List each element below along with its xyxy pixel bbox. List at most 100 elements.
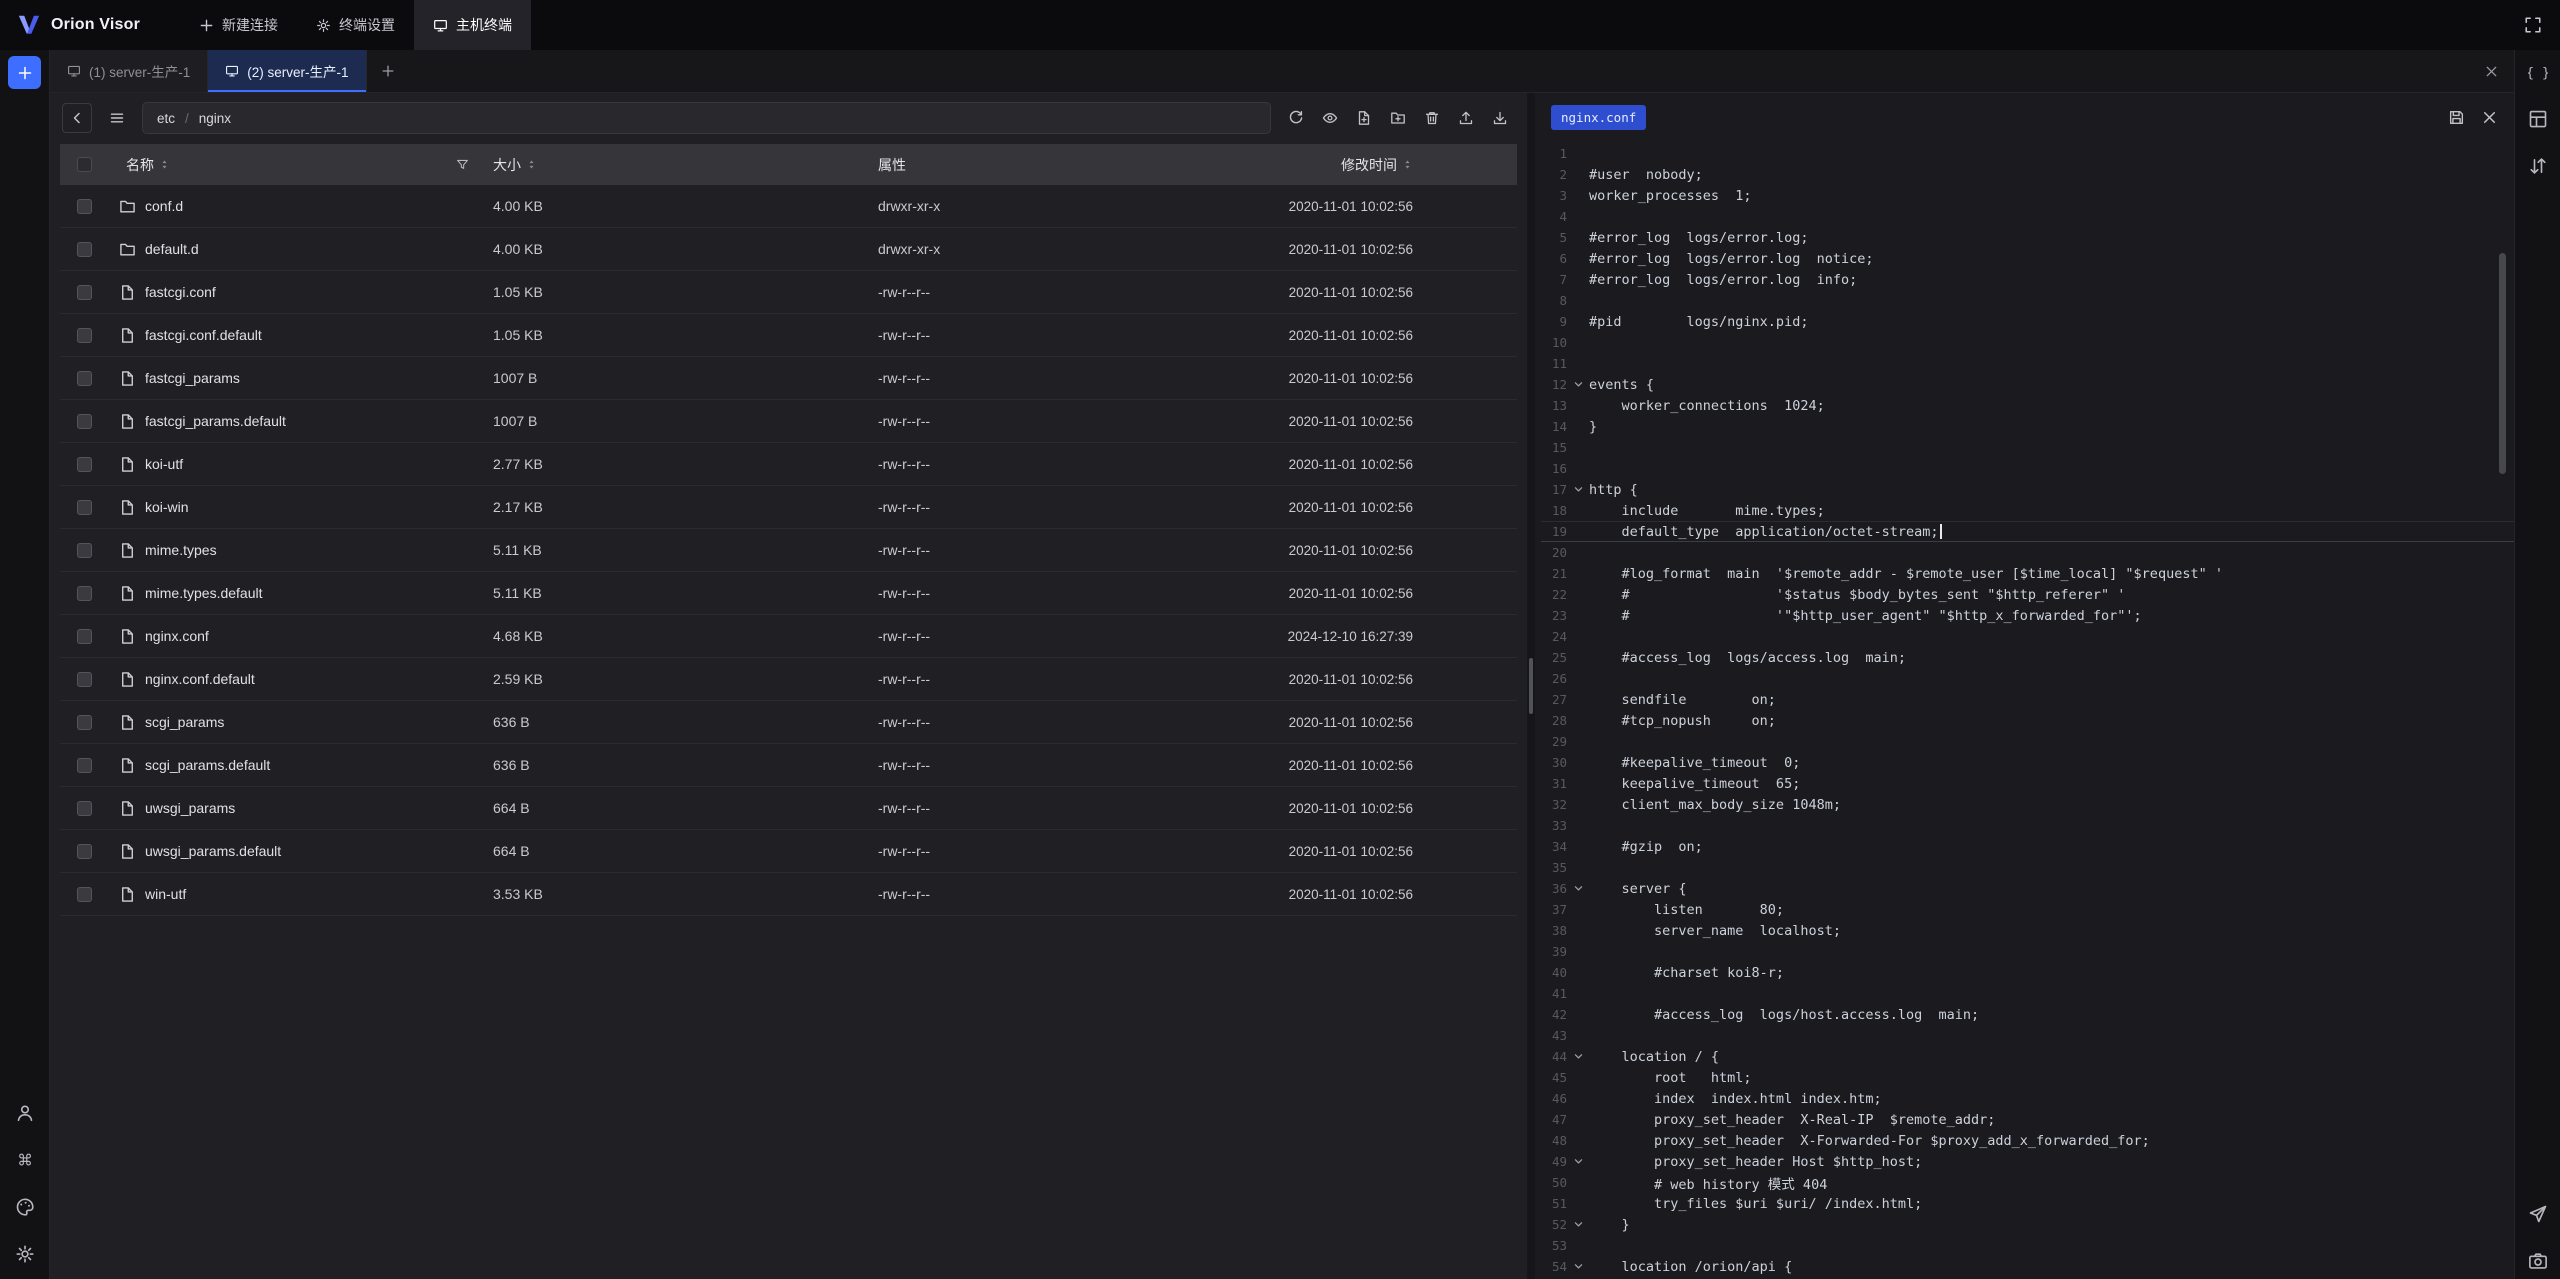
code-line-5[interactable]: 5#error_log logs/error.log; (1541, 227, 2514, 248)
code-line-24[interactable]: 24 (1541, 626, 2514, 647)
panel-splitter[interactable] (1527, 93, 1535, 1279)
row-checkbox[interactable] (77, 242, 92, 257)
file-name[interactable]: scgi_params (145, 714, 224, 730)
file-name[interactable]: fastcgi_params (145, 370, 240, 386)
code-line-2[interactable]: 2#user nobody; (1541, 164, 2514, 185)
fold-toggle[interactable] (1567, 883, 1589, 894)
name-filter-button[interactable] (456, 158, 469, 171)
code-line-50[interactable]: 50 # web history 模式 404 (1541, 1172, 2514, 1193)
code-line-38[interactable]: 38 server_name localhost; (1541, 920, 2514, 941)
file-name[interactable]: uwsgi_params (145, 800, 235, 816)
refresh-button[interactable] (1281, 103, 1311, 133)
file-name[interactable]: nginx.conf.default (145, 671, 255, 687)
code-line-37[interactable]: 37 listen 80; (1541, 899, 2514, 920)
delete-button[interactable] (1417, 103, 1447, 133)
column-header-mtime[interactable]: 修改时间 (1341, 155, 1397, 175)
menu-item-terminal-settings[interactable]: 终端设置 (297, 0, 414, 50)
file-row-scgi_params.default[interactable]: scgi_params.default636 B-rw-r--r--2020-1… (60, 744, 1517, 787)
code-line-4[interactable]: 4 (1541, 206, 2514, 227)
file-row-nginx.conf[interactable]: nginx.conf4.68 KB-rw-r--r--2024-12-10 16… (60, 615, 1517, 658)
file-name[interactable]: win-utf (145, 886, 186, 902)
code-line-52[interactable]: 52 } (1541, 1214, 2514, 1235)
code-line-40[interactable]: 40 #charset koi8-r; (1541, 962, 2514, 983)
grid-button[interactable] (2528, 109, 2548, 129)
back-button[interactable] (62, 103, 92, 133)
file-row-conf.d[interactable]: conf.d4.00 KBdrwxr-xr-x2020-11-01 10:02:… (60, 185, 1517, 228)
column-header-size[interactable]: 大小 (493, 155, 521, 175)
code-line-19[interactable]: 19 default_type application/octet-stream… (1541, 521, 2514, 542)
code-line-39[interactable]: 39 (1541, 941, 2514, 962)
code-line-41[interactable]: 41 (1541, 983, 2514, 1004)
code-line-27[interactable]: 27 sendfile on; (1541, 689, 2514, 710)
row-checkbox[interactable] (77, 758, 92, 773)
file-row-fastcgi_params.default[interactable]: fastcgi_params.default1007 B-rw-r--r--20… (60, 400, 1517, 443)
row-checkbox[interactable] (77, 371, 92, 386)
fold-toggle[interactable] (1567, 1261, 1589, 1272)
row-checkbox[interactable] (77, 199, 92, 214)
file-row-default.d[interactable]: default.d4.00 KBdrwxr-xr-x2020-11-01 10:… (60, 228, 1517, 271)
file-name[interactable]: mime.types (145, 542, 217, 558)
code-line-6[interactable]: 6#error_log logs/error.log notice; (1541, 248, 2514, 269)
row-checkbox[interactable] (77, 715, 92, 730)
list-view-button[interactable] (102, 103, 132, 133)
column-header-name[interactable]: 名称 (126, 155, 154, 175)
user-button[interactable] (15, 1103, 35, 1123)
code-line-45[interactable]: 45 root html; (1541, 1067, 2514, 1088)
terminal-tab-2[interactable]: (2) server-生产-1 (208, 50, 366, 92)
file-row-mime.types[interactable]: mime.types5.11 KB-rw-r--r--2020-11-01 10… (60, 529, 1517, 572)
new-file-button[interactable] (1349, 103, 1379, 133)
code-line-48[interactable]: 48 proxy_set_header X-Forwarded-For $pro… (1541, 1130, 2514, 1151)
braces-button[interactable] (2528, 62, 2548, 82)
breadcrumb-segment-etc[interactable]: etc (157, 111, 175, 126)
code-line-22[interactable]: 22 # '$status $body_bytes_sent "$http_re… (1541, 584, 2514, 605)
fold-toggle[interactable] (1567, 1219, 1589, 1230)
fold-toggle[interactable] (1567, 1156, 1589, 1167)
menu-item-new-connection[interactable]: 新建连接 (180, 0, 297, 50)
code-line-14[interactable]: 14} (1541, 416, 2514, 437)
file-row-nginx.conf.default[interactable]: nginx.conf.default2.59 KB-rw-r--r--2020-… (60, 658, 1517, 701)
code-line-3[interactable]: 3worker_processes 1; (1541, 185, 2514, 206)
code-line-7[interactable]: 7#error_log logs/error.log info; (1541, 269, 2514, 290)
row-checkbox[interactable] (77, 629, 92, 644)
code-line-36[interactable]: 36 server { (1541, 878, 2514, 899)
gear-button[interactable] (15, 1244, 35, 1264)
file-name[interactable]: scgi_params.default (145, 757, 270, 773)
terminal-tab-1[interactable]: (1) server-生产-1 (50, 50, 208, 92)
file-name[interactable]: default.d (145, 241, 199, 257)
file-name[interactable]: koi-win (145, 499, 189, 515)
row-checkbox[interactable] (77, 887, 92, 902)
editor-scrollbar[interactable] (2499, 253, 2506, 474)
code-line-15[interactable]: 15 (1541, 437, 2514, 458)
file-row-win-utf[interactable]: win-utf3.53 KB-rw-r--r--2020-11-01 10:02… (60, 873, 1517, 916)
code-line-25[interactable]: 25 #access_log logs/access.log main; (1541, 647, 2514, 668)
code-line-23[interactable]: 23 # '"$http_user_agent" "$http_x_forwar… (1541, 605, 2514, 626)
code-line-32[interactable]: 32 client_max_body_size 1048m; (1541, 794, 2514, 815)
file-row-fastcgi.conf[interactable]: fastcgi.conf1.05 KB-rw-r--r--2020-11-01 … (60, 271, 1517, 314)
sort-icon[interactable] (526, 158, 537, 171)
send-button[interactable] (2528, 1204, 2548, 1224)
code-line-16[interactable]: 16 (1541, 458, 2514, 479)
code-line-34[interactable]: 34 #gzip on; (1541, 836, 2514, 857)
row-checkbox[interactable] (77, 543, 92, 558)
code-lines[interactable]: 12#user nobody;3worker_processes 1;45#er… (1535, 141, 2514, 1279)
code-line-21[interactable]: 21 #log_format main '$remote_addr - $rem… (1541, 563, 2514, 584)
toggle-hidden-button[interactable] (1315, 103, 1345, 133)
code-line-46[interactable]: 46 index index.html index.htm; (1541, 1088, 2514, 1109)
file-name[interactable]: koi-utf (145, 456, 183, 472)
file-row-scgi_params[interactable]: scgi_params636 B-rw-r--r--2020-11-01 10:… (60, 701, 1517, 744)
close-panel-button[interactable] (2468, 50, 2514, 92)
code-line-20[interactable]: 20 (1541, 542, 2514, 563)
breadcrumb[interactable]: etc/nginx (142, 102, 1271, 134)
menu-item-host-terminal[interactable]: 主机终端 (414, 0, 531, 50)
code-line-30[interactable]: 30 #keepalive_timeout 0; (1541, 752, 2514, 773)
fold-toggle[interactable] (1567, 1051, 1589, 1062)
file-name[interactable]: fastcgi.conf (145, 284, 216, 300)
file-row-fastcgi_params[interactable]: fastcgi_params1007 B-rw-r--r--2020-11-01… (60, 357, 1517, 400)
code-line-13[interactable]: 13 worker_connections 1024; (1541, 395, 2514, 416)
download-button[interactable] (1485, 103, 1515, 133)
file-name[interactable]: fastcgi_params.default (145, 413, 286, 429)
breadcrumb-segment-nginx[interactable]: nginx (199, 111, 231, 126)
code-line-35[interactable]: 35 (1541, 857, 2514, 878)
file-row-koi-win[interactable]: koi-win2.17 KB-rw-r--r--2020-11-01 10:02… (60, 486, 1517, 529)
code-line-9[interactable]: 9#pid logs/nginx.pid; (1541, 311, 2514, 332)
